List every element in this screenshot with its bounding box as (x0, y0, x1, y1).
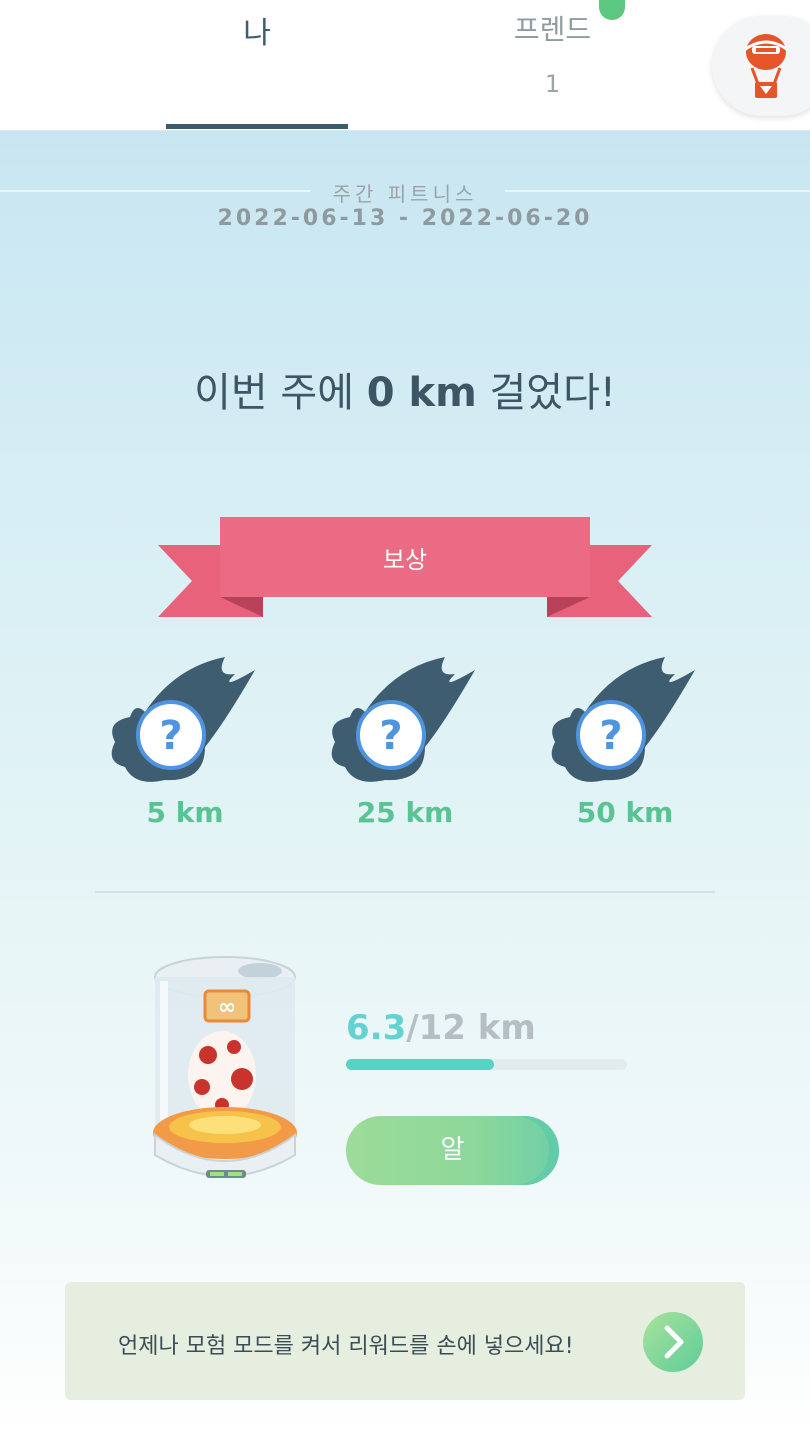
adventure-sync-banner[interactable]: 언제나 모험 모드를 켜서 리워드를 손에 넣으세요! (65, 1282, 745, 1400)
rewards-ribbon-label: 보상 (382, 546, 428, 574)
svg-text:?: ? (379, 713, 402, 759)
svg-text:?: ? (599, 713, 622, 759)
chevron-right-icon (664, 1325, 684, 1359)
balloon-icon (743, 34, 789, 98)
balloon-button[interactable] (712, 16, 810, 116)
section-divider (95, 891, 715, 893)
reward-item[interactable]: ? 5 km (105, 652, 265, 829)
egg-button[interactable]: 알 (346, 1116, 559, 1185)
incubator-progress-fill (346, 1059, 494, 1070)
headline-suffix: 걸었다! (476, 370, 616, 416)
adventure-sync-text: 언제나 모험 모드를 켜서 리워드를 손에 넣으세요! (118, 1334, 574, 1359)
weekly-distance-headline: 이번 주에 0 km 걸었다! (0, 360, 810, 418)
tab-active-indicator (166, 124, 348, 129)
egg-incubator-icon[interactable]: ∞ (150, 955, 300, 1187)
banner-arrow-button[interactable] (643, 1312, 703, 1372)
mystery-reward-icon: ? (111, 657, 256, 782)
top-tab-bar: 나 프렌드 1 (0, 0, 810, 130)
reward-item[interactable]: ? 25 km (325, 652, 485, 829)
headline-prefix: 이번 주에 (194, 370, 367, 416)
headline-distance: 0 km (366, 370, 477, 416)
week-date-range: 2022-06-13 - 2022-06-20 (217, 206, 593, 231)
incubator-progress-bar (346, 1059, 627, 1070)
svg-text:∞: ∞ (218, 995, 236, 1020)
reward-item[interactable]: ? 50 km (545, 652, 705, 829)
mystery-reward-icon: ? (331, 657, 475, 782)
current-km: 6.3 (346, 1008, 407, 1048)
reward-km-label: 50 km (576, 796, 674, 829)
incubator-progress-text: 6.3/12 km (346, 1008, 536, 1048)
tab-me[interactable]: 나 (166, 8, 348, 52)
friends-count: 1 (544, 70, 561, 98)
reward-km-label: 25 km (356, 796, 454, 829)
svg-text:?: ? (159, 713, 182, 759)
tab-friends[interactable]: 프렌드 1 (470, 8, 635, 98)
total-km: /12 km (406, 1008, 536, 1048)
weekly-fitness-title: 주간 피트니스 (332, 182, 478, 206)
reward-km-label: 5 km (146, 796, 224, 829)
mystery-reward-icon: ? (551, 657, 695, 782)
tab-me-label: 나 (243, 16, 271, 51)
